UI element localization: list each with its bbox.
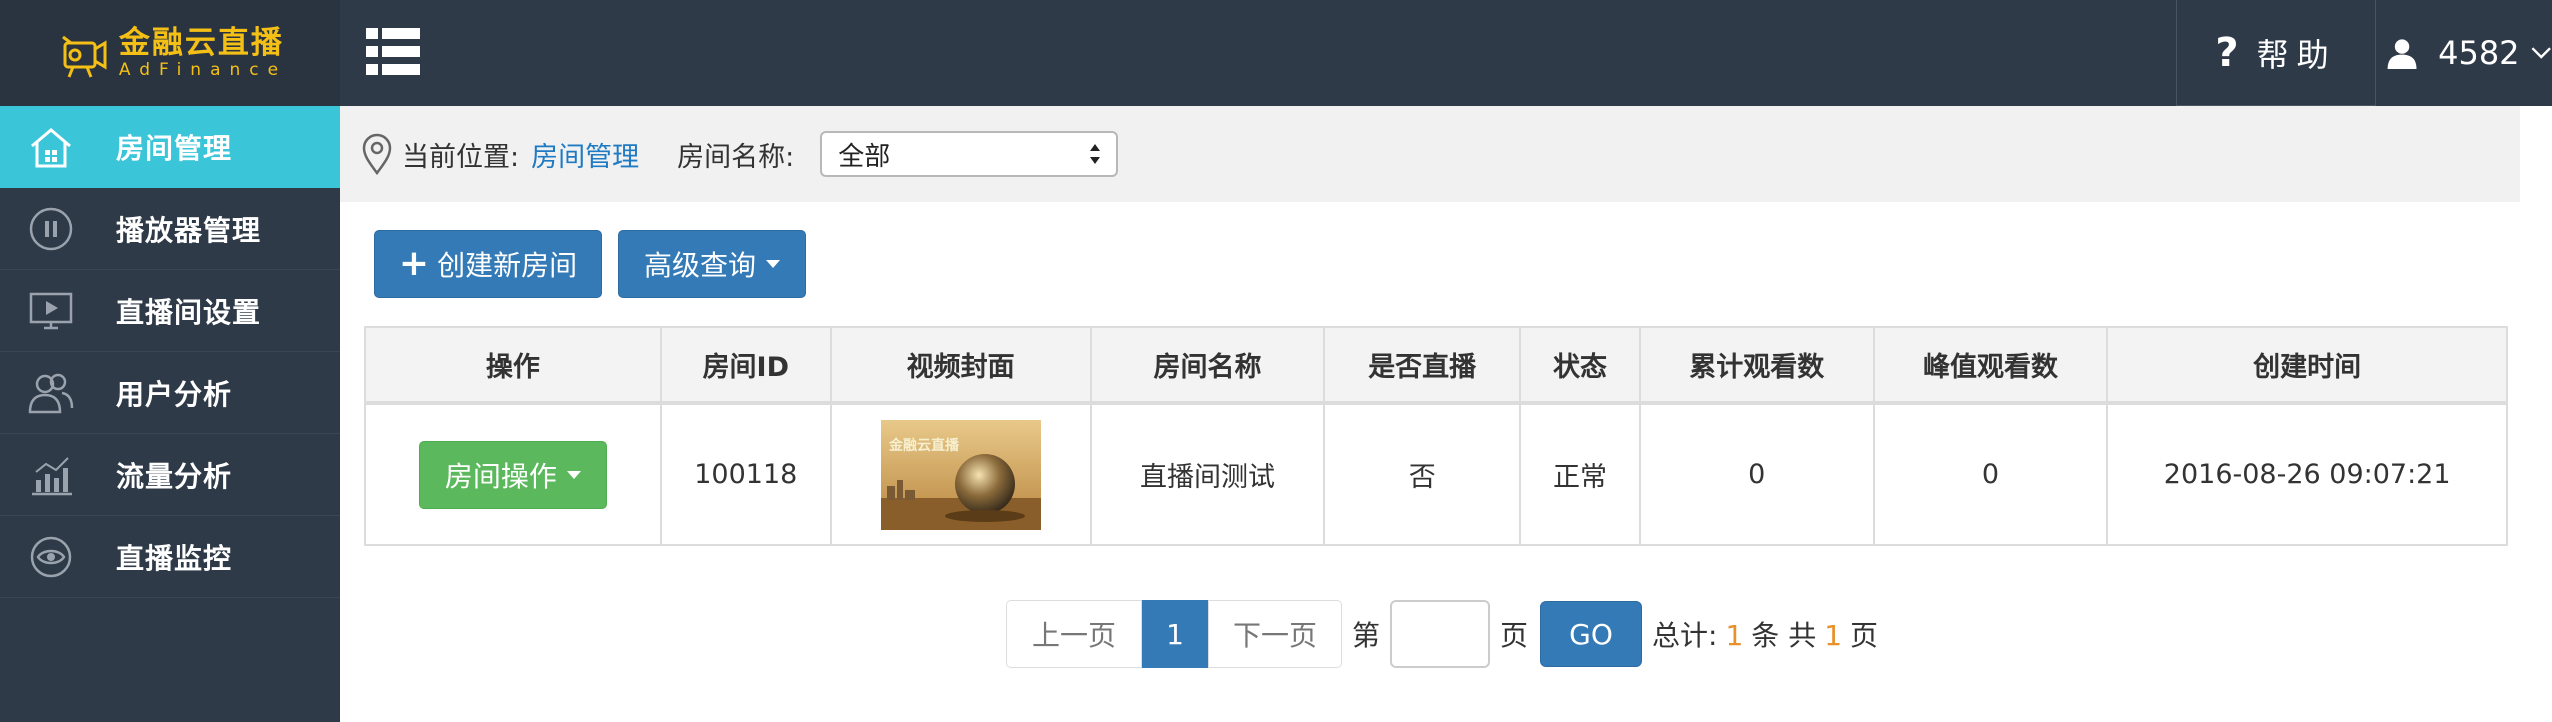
total-suffix: 页 <box>1850 619 1879 652</box>
video-cover-thumbnail[interactable]: 金融云直播 <box>880 419 1041 530</box>
create-room-label: 创建新房间 <box>437 249 578 282</box>
col-header-is-live: 是否直播 <box>1323 326 1522 405</box>
total-count: 1 <box>1725 619 1744 652</box>
select-arrows-icon <box>1090 144 1101 164</box>
room-table: 操作 房间ID 视频封面 房间名称 是否直播 状态 累计观看数 峰值观看数 创建… <box>364 326 2508 546</box>
col-header-room-id: 房间ID <box>659 326 832 405</box>
camera-logo-icon <box>62 35 107 78</box>
sidebar-item-label: 流量分析 <box>116 459 233 493</box>
cell-is-live: 否 <box>1323 402 1522 546</box>
table-row: 房间操作 100118 金融云直播 直播间测试 否 正常 0 0 2016-08… <box>364 402 2508 546</box>
cell-total-views: 0 <box>1638 402 1875 546</box>
cover-caption: 金融云直播 <box>888 437 960 454</box>
users-icon <box>28 373 74 413</box>
table-header-row: 操作 房间ID 视频封面 房间名称 是否直播 状态 累计观看数 峰值观看数 创建… <box>364 326 2508 405</box>
sidebar-item-live-room-settings[interactable]: 直播间设置 <box>0 270 340 352</box>
page-input-prefix: 第 <box>1352 619 1381 652</box>
question-icon: ? <box>2215 29 2239 76</box>
cell-created-at: 2016-08-26 09:07:21 <box>2106 402 2508 546</box>
logo-title: 金融云直播 <box>118 25 284 61</box>
cell-cover: 金融云直播 <box>829 402 1092 546</box>
breadcrumb-current-link[interactable]: 房间管理 <box>531 135 639 174</box>
col-header-cover: 视频封面 <box>829 326 1092 405</box>
room-operations-button[interactable]: 房间操作 <box>418 440 607 509</box>
monitor-eye-icon <box>30 536 72 577</box>
sidebar-item-label: 用户分析 <box>116 377 233 411</box>
pagination-total: 总计: 1 条 共1页 <box>1652 614 1878 654</box>
col-header-action: 操作 <box>364 326 662 405</box>
prev-page-button[interactable]: 上一页 <box>1006 600 1142 668</box>
sidebar-item-traffic-analysis[interactable]: 流量分析 <box>0 434 340 516</box>
cell-action: 房间操作 <box>364 402 662 546</box>
breadcrumb: 当前位置: 房间管理 房间名称: 全部 <box>340 106 2520 202</box>
cell-status: 正常 <box>1519 402 1641 546</box>
room-name-select[interactable]: 全部 <box>820 131 1119 177</box>
location-pin-icon <box>362 133 392 175</box>
room-name-select-value: 全部 <box>838 141 891 172</box>
total-prefix: 总计: <box>1652 619 1718 652</box>
col-header-total-views: 累计观看数 <box>1638 326 1875 405</box>
sidebar-item-player-management[interactable]: 播放器管理 <box>0 188 340 270</box>
pause-circle-icon <box>29 207 73 250</box>
list-menu-icon[interactable] <box>366 26 420 78</box>
cell-room-id: 100118 <box>659 402 832 546</box>
user-name: 4582 <box>2438 34 2520 72</box>
sidebar: 房间管理 播放器管理 直播间设置 用户分析 流量分析 直播监控 <box>0 106 340 722</box>
room-operations-label: 房间操作 <box>444 459 557 493</box>
page-1-button[interactable]: 1 <box>1142 600 1208 668</box>
cell-room-name: 直播间测试 <box>1089 402 1326 546</box>
col-header-created-at: 创建时间 <box>2106 326 2508 405</box>
help-button[interactable]: ? 帮助 <box>2176 0 2376 106</box>
col-header-room-name: 房间名称 <box>1089 326 1326 405</box>
page-input-suffix: 页 <box>1500 619 1529 652</box>
chevron-down-icon <box>2531 47 2551 59</box>
home-icon <box>31 128 71 168</box>
sidebar-item-user-analysis[interactable]: 用户分析 <box>0 352 340 434</box>
breadcrumb-prefix: 当前位置: <box>402 141 520 173</box>
sidebar-item-label: 直播间设置 <box>116 295 262 329</box>
next-page-button[interactable]: 下一页 <box>1208 600 1342 668</box>
sidebar-item-live-monitoring[interactable]: 直播监控 <box>0 516 340 598</box>
go-button[interactable]: GO <box>1540 601 1643 667</box>
sidebar-item-label: 房间管理 <box>116 132 233 165</box>
page-number-input[interactable] <box>1390 600 1491 668</box>
video-screen-icon <box>29 292 73 329</box>
col-header-peak-views: 峰值观看数 <box>1872 326 2109 405</box>
caret-down-icon <box>766 260 780 268</box>
total-pages: 1 <box>1824 619 1843 652</box>
col-header-status: 状态 <box>1519 326 1641 405</box>
logo-subtitle: AdFinance <box>118 60 288 80</box>
room-name-filter-label: 房间名称: <box>677 141 795 173</box>
plus-icon: + <box>398 243 430 284</box>
bar-chart-icon <box>32 456 72 495</box>
help-label: 帮助 <box>2256 35 2337 74</box>
top-header: 金融云直播 AdFinance ? 帮助 4582 <box>0 0 2552 106</box>
logo[interactable]: 金融云直播 AdFinance <box>0 0 340 106</box>
sidebar-item-room-management[interactable]: 房间管理 <box>0 106 340 188</box>
create-room-button[interactable]: + 创建新房间 <box>374 230 602 298</box>
total-mid: 条 共 <box>1751 619 1817 652</box>
advanced-search-button[interactable]: 高级查询 <box>618 230 806 298</box>
pagination: 上一页 1 下一页 第 页 GO 总计: 1 条 共1页 <box>1006 600 1878 668</box>
cell-peak-views: 0 <box>1872 402 2109 546</box>
caret-down-icon <box>566 470 581 479</box>
user-menu[interactable]: 4582 <box>2378 0 2552 106</box>
sidebar-item-label: 播放器管理 <box>116 213 262 247</box>
user-icon <box>2387 39 2417 70</box>
advanced-search-label: 高级查询 <box>643 249 756 282</box>
sidebar-item-label: 直播监控 <box>116 541 233 575</box>
